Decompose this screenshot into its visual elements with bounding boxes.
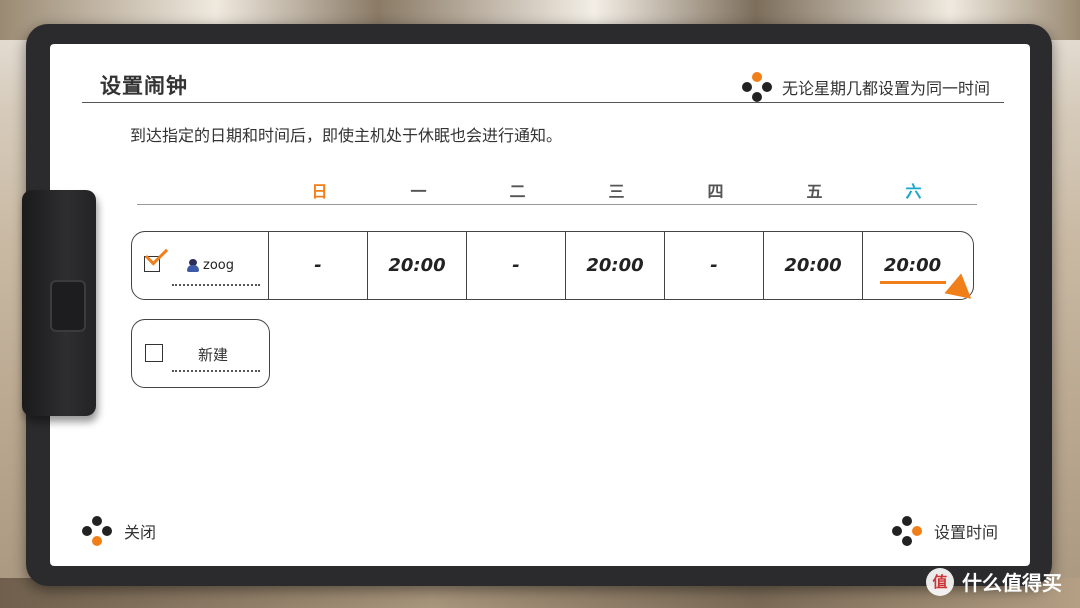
time-cell-wednesday[interactable]: 20:00 [566,232,665,299]
alarm-row: zoog - 20:00 - 20:00 - 20:00 20:00 [131,231,974,300]
time-cell-sunday[interactable]: - [269,232,368,299]
weekday-header: 日 一 二 三 四 五 六 [270,178,965,201]
weekday-divider [137,204,977,205]
time-cell-friday[interactable]: 20:00 [764,232,863,299]
time-cell-thursday[interactable]: - [665,232,764,299]
same-time-hint[interactable]: 无论星期几都设置为同一时间 [741,72,990,102]
same-time-hint-label: 无论星期几都设置为同一时间 [781,79,990,98]
time-cell-monday[interactable]: 20:00 [368,232,467,299]
avatar [187,259,199,272]
day-monday: 一 [410,182,427,201]
dotted-underline [172,284,260,286]
day-saturday: 六 [905,182,922,201]
dpad-up-icon [741,72,772,102]
set-time-label: 设置时间 [933,523,998,542]
new-alarm-checkbox[interactable] [145,344,163,362]
dotted-underline [172,370,260,372]
watermark-text: 什么值得买 [962,571,1062,595]
page-title: 设置闹钟 [100,74,188,98]
grip-notch [50,280,86,332]
watermark-logo-icon: 值 [926,567,954,596]
set-time-button[interactable]: 设置时间 [891,516,998,546]
day-friday: 五 [806,182,823,201]
watermark: 值 什么值得买 [926,567,1062,596]
dpad-right-icon [891,516,922,546]
close-button[interactable]: 关闭 [82,516,156,546]
title-divider [82,102,1004,103]
day-tuesday: 二 [509,182,526,201]
close-label: 关闭 [124,523,157,542]
alarm-name-cell[interactable]: zoog [132,232,269,299]
time-cell-tuesday[interactable]: - [467,232,566,299]
alarm-user-name: zoog [203,258,234,273]
day-thursday: 四 [707,182,724,201]
description-text: 到达指定的日期和时间后，即使主机处于休眠也会进行通知。 [130,126,563,145]
new-alarm-label: 新建 [198,346,229,364]
day-wednesday: 三 [608,182,625,201]
dpad-down-icon [82,516,112,546]
new-alarm-button[interactable]: 新建 [131,319,270,388]
day-sunday: 日 [311,182,328,201]
selection-underline [880,281,946,284]
